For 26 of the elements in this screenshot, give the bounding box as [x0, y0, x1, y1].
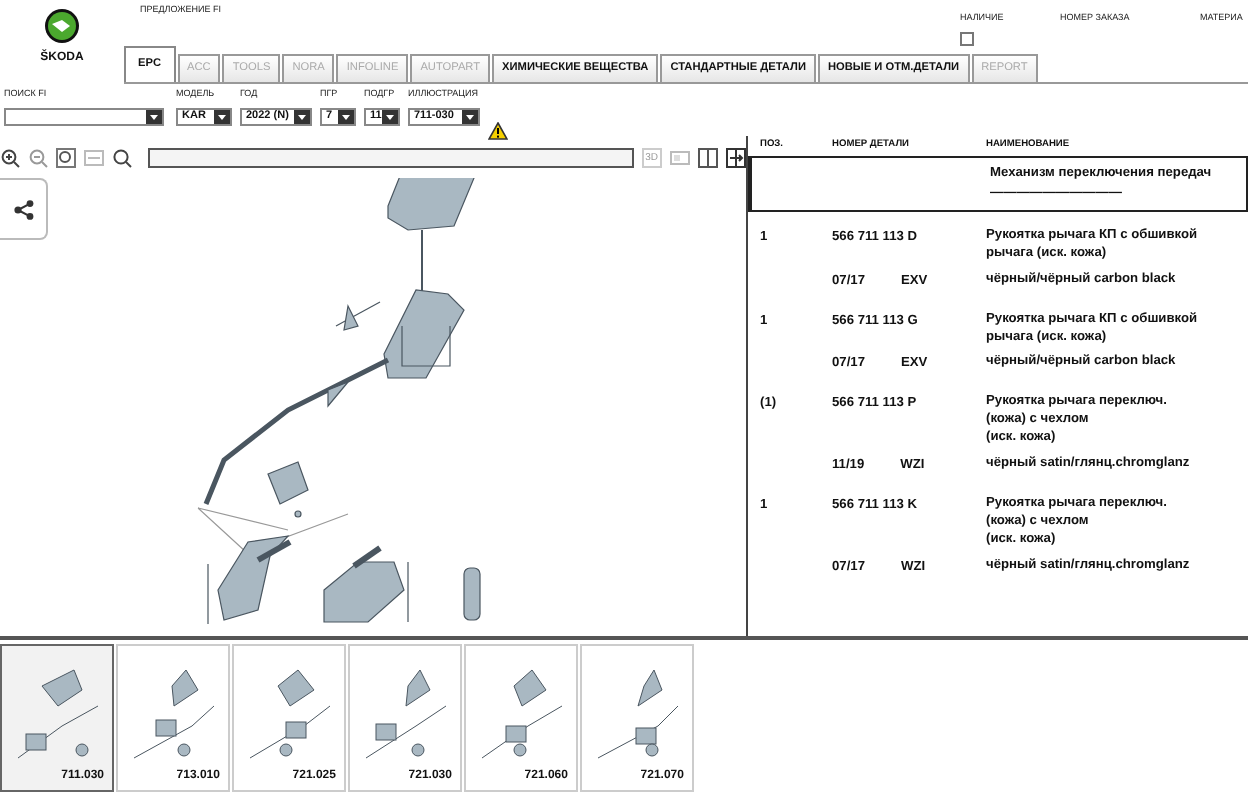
availability-checkbox[interactable] — [960, 31, 974, 45]
panel-icon — [698, 148, 718, 168]
search-icon — [112, 148, 132, 168]
zoom-in-icon — [0, 148, 20, 168]
share-button[interactable] — [0, 178, 48, 240]
caret-icon — [462, 109, 478, 123]
logo-icon — [44, 8, 80, 44]
caret-icon — [338, 109, 354, 123]
share-icon — [13, 199, 33, 219]
layout-icon — [670, 148, 690, 168]
zoom-out-icon — [28, 148, 48, 168]
diagram-thumbnail-drawing — [249, 669, 331, 759]
caret-icon — [214, 109, 230, 123]
dropdown-field[interactable] — [4, 107, 164, 125]
diagram-thumbnail-drawing — [597, 669, 679, 759]
caret-icon — [294, 109, 310, 123]
zoom-window-icon — [56, 148, 76, 168]
warning-icon — [488, 122, 508, 140]
search-field[interactable] — [148, 148, 634, 168]
diagram-thumbnail-drawing — [133, 669, 215, 759]
diagram-thumbnail-drawing — [481, 669, 563, 759]
split-icon — [726, 148, 746, 168]
diagram-thumbnail-drawing — [17, 669, 99, 759]
caret-icon — [382, 109, 398, 123]
caret-icon — [146, 109, 162, 123]
diagram-thumbnail-drawing — [365, 669, 447, 759]
